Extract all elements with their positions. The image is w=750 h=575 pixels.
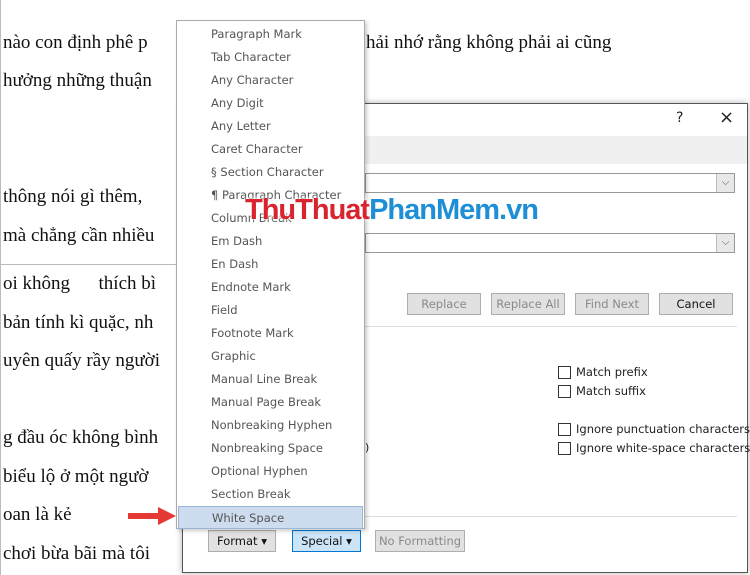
doc-line: uyên quấy rầy người — [3, 350, 161, 371]
menu-item[interactable]: Nonbreaking Space — [178, 437, 363, 460]
doc-line: hưởng những thuận — [3, 70, 152, 91]
menu-item[interactable]: White Space — [178, 506, 363, 529]
doc-line: hải nhớ rằng không phải ai cũng — [366, 32, 612, 53]
match-suffix-checkbox[interactable]: Match suffix — [558, 384, 646, 398]
menu-item[interactable]: Graphic — [178, 345, 363, 368]
replace-all-button[interactable]: Replace All — [491, 293, 565, 315]
match-prefix-checkbox[interactable]: Match prefix — [558, 365, 648, 379]
close-button[interactable]: × — [719, 107, 734, 128]
doc-line: nào con định phê p — [3, 32, 148, 53]
menu-item[interactable]: En Dash — [178, 253, 363, 276]
menu-item[interactable]: Paragraph Mark — [178, 23, 363, 46]
format-button[interactable]: Format ▾ — [208, 530, 276, 552]
menu-item[interactable]: Optional Hyphen — [178, 460, 363, 483]
special-button[interactable]: Special ▾ — [292, 530, 361, 552]
doc-line: chơi bừa bãi mà tôi — [3, 543, 150, 564]
menu-item[interactable]: Any Character — [178, 69, 363, 92]
menu-item[interactable]: Any Digit — [178, 92, 363, 115]
doc-line: thông nói gì thêm, — [3, 186, 143, 207]
doc-line: biểu lộ ở một ngườ — [3, 466, 149, 487]
doc-line: g đầu óc không bình — [3, 427, 159, 448]
doc-line: mà chẳng cần nhiều — [3, 225, 155, 246]
replace-with-input[interactable]: ⌵ — [365, 233, 735, 253]
menu-item[interactable]: Tab Character — [178, 46, 363, 69]
doc-line: oan là kẻ — [3, 504, 72, 525]
chevron-down-icon[interactable]: ⌵ — [716, 234, 734, 252]
menu-item[interactable]: Caret Character — [178, 138, 363, 161]
watermark-logo: ThuThuatPhanMem.vn — [245, 194, 539, 226]
menu-item[interactable]: Field — [178, 299, 363, 322]
menu-item[interactable]: Endnote Mark — [178, 276, 363, 299]
menu-item[interactable]: Manual Line Break — [178, 368, 363, 391]
partial-label: ) — [365, 441, 370, 454]
divider — [1, 264, 201, 265]
doc-line: bản tính kì quặc, nh — [3, 312, 154, 333]
menu-item[interactable]: Nonbreaking Hyphen — [178, 414, 363, 437]
chevron-down-icon[interactable]: ⌵ — [716, 174, 734, 192]
menu-item[interactable]: § Section Character — [178, 161, 363, 184]
menu-item[interactable]: Any Letter — [178, 115, 363, 138]
special-menu: Paragraph Mark Tab Character Any Character… — [176, 20, 365, 529]
find-next-button[interactable]: Find Next — [575, 293, 649, 315]
menu-item[interactable]: Em Dash — [178, 230, 363, 253]
red-arrow-icon — [128, 507, 176, 525]
menu-item[interactable]: Manual Page Break — [178, 391, 363, 414]
help-button[interactable]: ? — [676, 110, 683, 126]
menu-item[interactable]: Footnote Mark — [178, 322, 363, 345]
cancel-button[interactable]: Cancel — [659, 293, 733, 315]
doc-line: oi không thích bì — [3, 273, 157, 294]
ignore-punctuation-checkbox[interactable]: Ignore punctuation characters — [558, 422, 750, 436]
no-formatting-button[interactable]: No Formatting — [375, 530, 465, 552]
ignore-whitespace-checkbox[interactable]: Ignore white-space characters — [558, 441, 750, 455]
replace-button[interactable]: Replace — [407, 293, 481, 315]
menu-item[interactable]: Section Break — [178, 483, 363, 506]
find-what-input[interactable]: ⌵ — [365, 173, 735, 193]
